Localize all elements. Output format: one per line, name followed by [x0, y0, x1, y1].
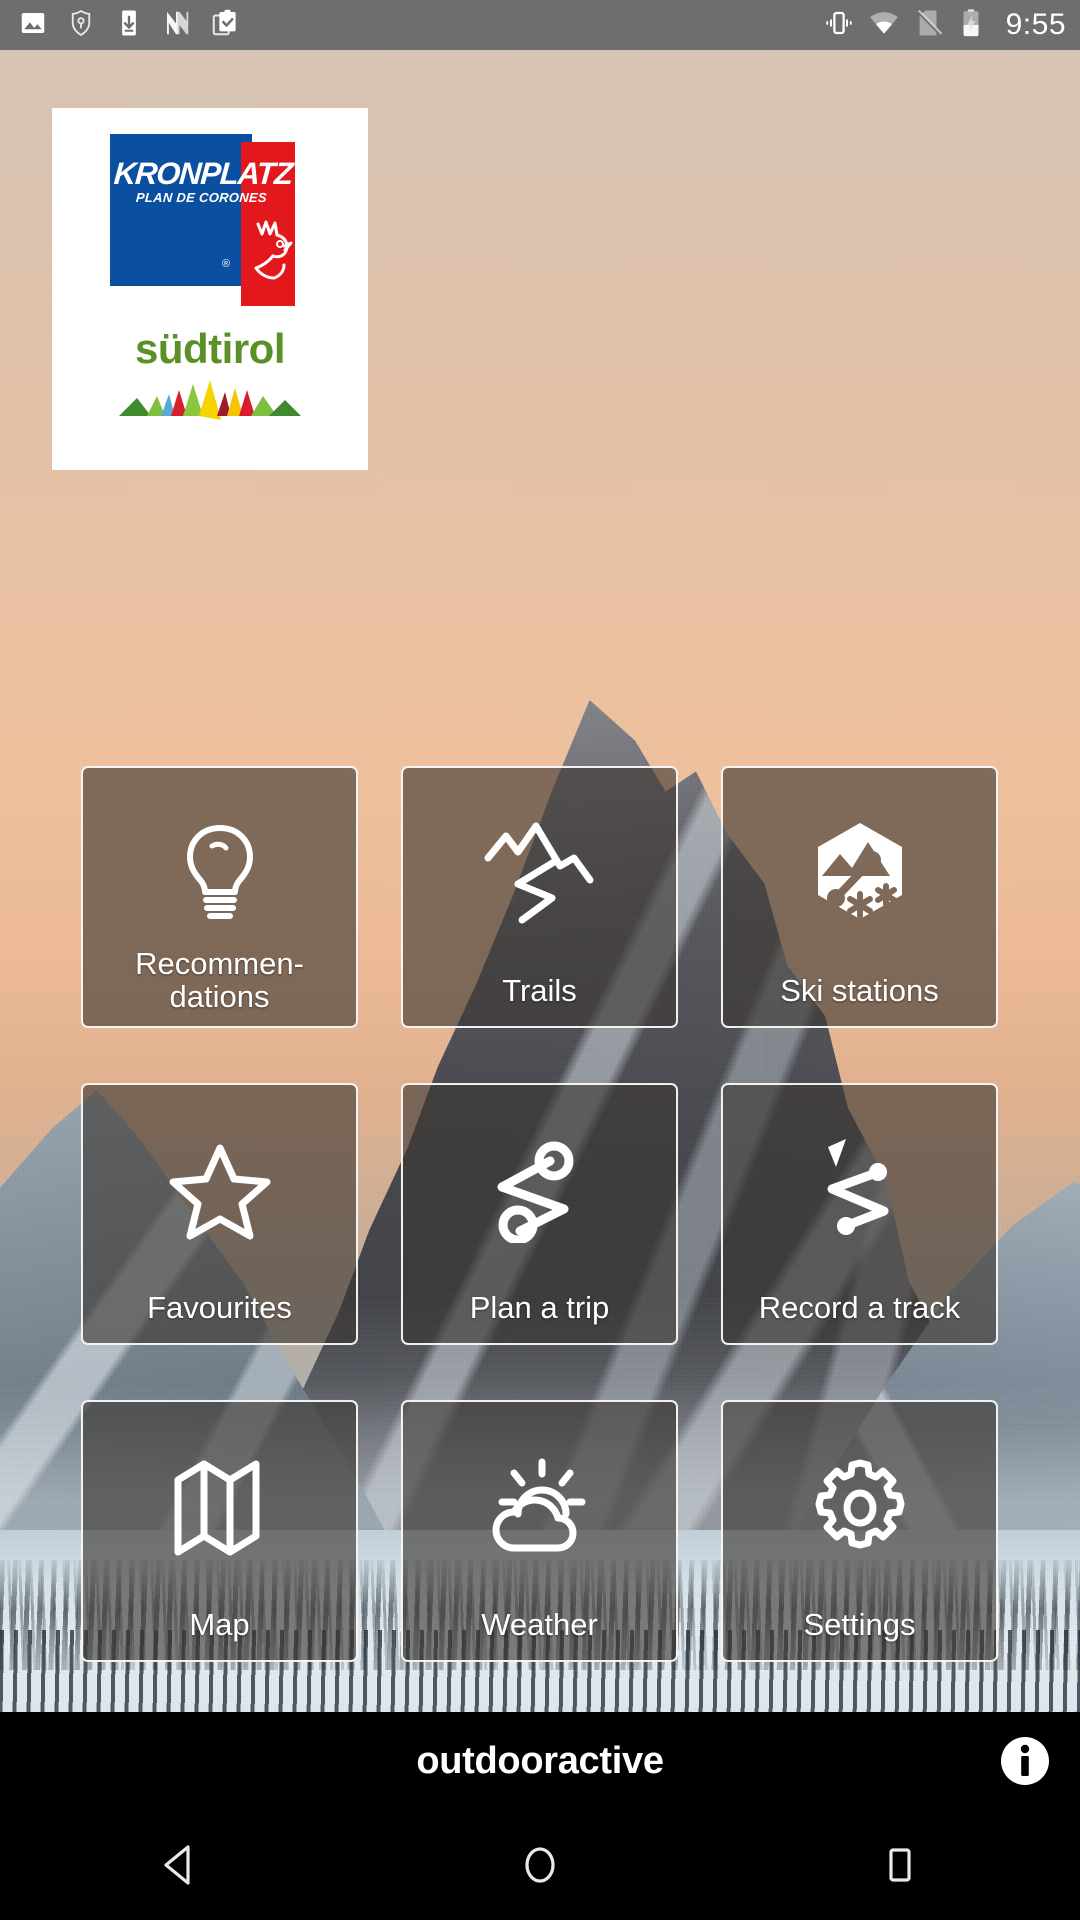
- record-track-arrow-icon: [802, 1137, 918, 1245]
- brand-bar: outdooractive: [0, 1712, 1080, 1810]
- folded-map-icon: [170, 1454, 270, 1562]
- app-screen: 9:55 KRONPLATZ PLAN DE CORONES ® südtiro…: [0, 0, 1080, 1920]
- tile-ski-stations[interactable]: Ski stations: [721, 766, 998, 1028]
- mountain-trail-icon: [482, 820, 598, 928]
- lightbulb-icon: [177, 820, 263, 928]
- back-icon[interactable]: [100, 1810, 260, 1920]
- star-outline-icon: [168, 1137, 272, 1245]
- recents-icon[interactable]: [820, 1810, 980, 1920]
- kronplatz-logo: KRONPLATZ PLAN DE CORONES ®: [110, 134, 310, 306]
- ski-station-badge-icon: [806, 820, 914, 928]
- wifi-icon: [868, 8, 900, 43]
- photo-icon: [18, 8, 48, 43]
- main-menu-grid: Recommen- dations Trails Ski stations Fa…: [81, 766, 999, 1662]
- destination-logo-card: KRONPLATZ PLAN DE CORONES ® südtirol: [52, 108, 368, 470]
- nougat-n-icon: [162, 8, 192, 43]
- status-bar-left-icons: [18, 8, 240, 43]
- tile-map[interactable]: Map: [81, 1400, 358, 1662]
- clipboard-check-icon: [210, 8, 240, 43]
- tile-label: Trails: [502, 973, 577, 1009]
- gear-icon: [809, 1454, 911, 1562]
- tile-favourites[interactable]: Favourites: [81, 1083, 358, 1345]
- route-waypoints-icon: [492, 1137, 588, 1245]
- outdooractive-wordmark: outdooractive: [416, 1739, 664, 1782]
- rooster-mark: [254, 220, 293, 280]
- status-bar-clock: 9:55: [1005, 8, 1066, 41]
- sudtirol-mountain-mark: [119, 380, 301, 420]
- tile-weather[interactable]: Weather: [401, 1400, 678, 1662]
- tile-label: Ski stations: [780, 973, 939, 1009]
- vpn-key-shield-icon: [66, 8, 96, 43]
- tile-label: Map: [189, 1607, 250, 1643]
- battery-charging-icon: [958, 8, 984, 43]
- tile-label: Record a track: [758, 1290, 961, 1326]
- tile-recommendations[interactable]: Recommen- dations: [81, 766, 358, 1028]
- tile-settings[interactable]: Settings: [721, 1400, 998, 1662]
- kronplatz-wordmark: KRONPLATZ: [112, 156, 294, 191]
- sudtirol-wordmark: südtirol: [135, 325, 286, 372]
- tile-record-a-track[interactable]: Record a track: [721, 1083, 998, 1345]
- status-bar: 9:55: [0, 0, 1080, 50]
- tile-label: Settings: [803, 1607, 916, 1643]
- download-to-device-icon: [114, 8, 144, 43]
- sun-cloud-icon: [484, 1454, 596, 1562]
- tile-label: Favourites: [147, 1290, 292, 1326]
- registered-mark: ®: [222, 258, 231, 270]
- vibrate-icon: [824, 8, 854, 43]
- tile-plan-a-trip[interactable]: Plan a trip: [401, 1083, 678, 1345]
- android-nav-bar: [0, 1810, 1080, 1920]
- tile-trails[interactable]: Trails: [401, 766, 678, 1028]
- info-icon[interactable]: [998, 1734, 1052, 1788]
- tile-label: Recommen- dations: [135, 946, 304, 1015]
- kronplatz-subtitle: PLAN DE CORONES: [135, 190, 268, 205]
- tile-label: Weather: [481, 1607, 598, 1643]
- home-icon[interactable]: [460, 1810, 620, 1920]
- status-bar-right-icons: 9:55: [824, 8, 1066, 43]
- no-sim-icon: [914, 8, 944, 43]
- tile-label: Plan a trip: [469, 1290, 610, 1326]
